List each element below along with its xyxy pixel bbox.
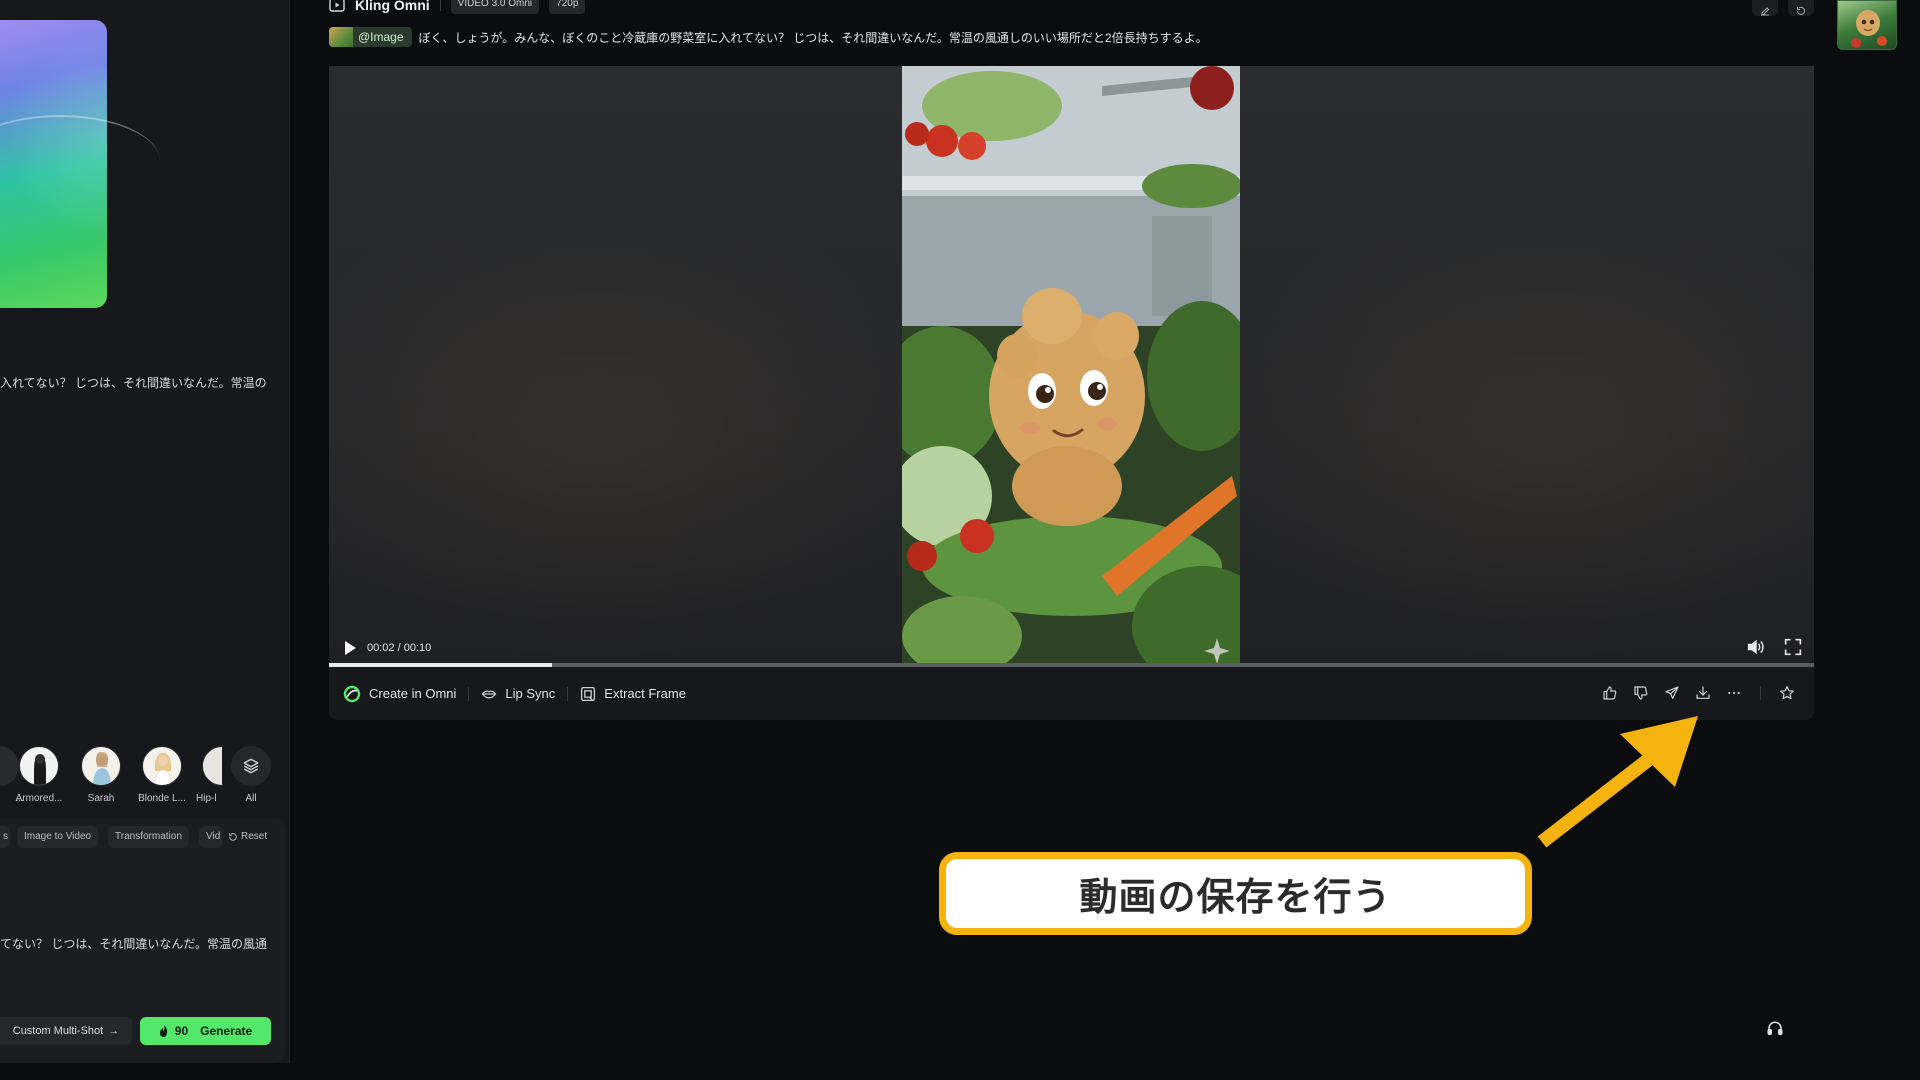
lip-sync-label: Lip Sync bbox=[505, 686, 556, 701]
header-divider bbox=[439, 0, 441, 11]
generate-label: Generate bbox=[200, 1024, 253, 1038]
credit-flame-icon bbox=[159, 1025, 167, 1037]
lip-sync-button[interactable]: Lip Sync bbox=[481, 686, 555, 701]
avatar-item-armored[interactable]: Armored... bbox=[14, 746, 64, 804]
headset-icon bbox=[1767, 1021, 1783, 1035]
fullscreen-icon[interactable] bbox=[1784, 638, 1802, 661]
person-avatar bbox=[202, 746, 222, 786]
avatar-label: Armored... bbox=[15, 793, 63, 804]
player-right-controls bbox=[1746, 638, 1802, 661]
extract-frame-label: Extract Frame bbox=[604, 686, 686, 701]
avatar-item-hiphop[interactable]: Hip-l bbox=[192, 746, 222, 804]
create-in-omni-button[interactable]: Create in Omni bbox=[343, 685, 456, 703]
layers-icon bbox=[231, 746, 271, 786]
custom-multi-shot-button[interactable]: Custom Multi-Shot → bbox=[0, 1017, 132, 1045]
thumbs-up-icon[interactable] bbox=[1601, 684, 1619, 702]
share-send-icon[interactable] bbox=[1663, 684, 1681, 702]
history-thumbnail[interactable] bbox=[1837, 0, 1897, 50]
person-avatar bbox=[81, 746, 121, 786]
image-reference-thumbnail bbox=[329, 27, 353, 47]
image-tag-label: @Image bbox=[358, 30, 404, 44]
avatar-label: All bbox=[245, 793, 257, 804]
image-reference-tag[interactable]: @Image bbox=[329, 27, 412, 47]
model-badge: VIDEO 3.0 Omni bbox=[450, 0, 540, 14]
person-avatar bbox=[142, 746, 182, 786]
create-in-omni-label: Create in Omni bbox=[369, 686, 457, 701]
avatar-label: Hip-l bbox=[196, 793, 217, 804]
reset-icon bbox=[229, 833, 237, 841]
callout-text: 動画の保存を行う bbox=[1079, 875, 1392, 919]
armored-avatar bbox=[19, 746, 59, 786]
player-controls: 00:02 / 00:10 bbox=[329, 629, 1814, 667]
generate-credits: 90 bbox=[174, 1024, 189, 1038]
regenerate-icon[interactable] bbox=[1788, 0, 1814, 16]
app-title: Kling Omni bbox=[355, 0, 430, 13]
avatar-all-button[interactable]: All bbox=[226, 746, 276, 804]
avatar-item-sarah[interactable]: Sarah bbox=[76, 746, 126, 804]
left-prompt-text: 入れてない？ じつは、それ間違いなんだ。常温の bbox=[0, 376, 267, 390]
support-button[interactable] bbox=[1757, 1011, 1793, 1047]
thumbs-down-icon[interactable] bbox=[1632, 684, 1650, 702]
video-player[interactable]: 00:02 / 00:10 bbox=[329, 66, 1814, 667]
divider bbox=[1760, 686, 1761, 700]
more-options-icon[interactable] bbox=[1725, 684, 1743, 702]
resolution-badge: 720p bbox=[549, 0, 586, 14]
avatar-item-blonde[interactable]: Blonde L... bbox=[137, 746, 187, 804]
favorite-star-icon[interactable] bbox=[1778, 684, 1796, 702]
multi-shot-label: Custom Multi-Shot bbox=[12, 1025, 104, 1037]
reset-button[interactable]: Reset bbox=[228, 826, 267, 848]
prompt-input-text[interactable]: てない？ じつは、それ間違いなんだ。常温の風通 bbox=[0, 935, 268, 952]
chip-video[interactable]: Vid bbox=[199, 826, 223, 848]
avatar-row: ... Armored... Sarah Blonde L... Hip-l A… bbox=[0, 746, 290, 806]
chip-transformation[interactable]: Transformation bbox=[108, 826, 189, 848]
chip[interactable]: s bbox=[0, 826, 10, 848]
reset-label: Reset bbox=[241, 831, 268, 842]
prompt-text: ぼく、しょうが。みんな、ぼくのこと冷蔵庫の野菜室に入れてない？ じつは、それ間違… bbox=[418, 30, 1208, 45]
result-header: Kling Omni VIDEO 3.0 Omni 720p bbox=[329, 0, 586, 16]
arrow-right-icon: → bbox=[108, 1025, 120, 1037]
divider bbox=[567, 686, 569, 701]
generate-button[interactable]: 90 Generate bbox=[140, 1017, 271, 1045]
extract-frame-icon bbox=[581, 686, 596, 701]
lips-icon bbox=[482, 690, 497, 698]
avatar-label: Blonde L... bbox=[138, 793, 186, 804]
download-icon[interactable] bbox=[1694, 684, 1712, 702]
edit-icon[interactable] bbox=[1752, 0, 1778, 16]
reference-image-preview[interactable] bbox=[0, 20, 160, 308]
time-display: 00:02 / 00:10 bbox=[367, 642, 432, 654]
annotation-arrow bbox=[1537, 716, 1698, 848]
volume-icon[interactable] bbox=[1746, 638, 1766, 661]
top-actions bbox=[1752, 0, 1814, 16]
divider bbox=[468, 686, 470, 701]
annotation-callout: 動画の保存を行う bbox=[939, 852, 1532, 935]
play-icon[interactable] bbox=[341, 639, 359, 657]
extract-frame-button[interactable]: Extract Frame bbox=[580, 686, 686, 702]
chip-image-to-video[interactable]: Image to Video bbox=[17, 826, 99, 848]
prompt-row: @Image ぼく、しょうが。みんな、ぼくのこと冷蔵庫の野菜室に入れてない？ じ… bbox=[329, 27, 1208, 47]
omni-logo-icon bbox=[343, 685, 361, 702]
video-feedback-actions bbox=[1601, 684, 1796, 702]
avatar-label: Sarah bbox=[87, 793, 115, 804]
video-icon bbox=[329, 0, 345, 12]
video-frame bbox=[902, 66, 1240, 667]
